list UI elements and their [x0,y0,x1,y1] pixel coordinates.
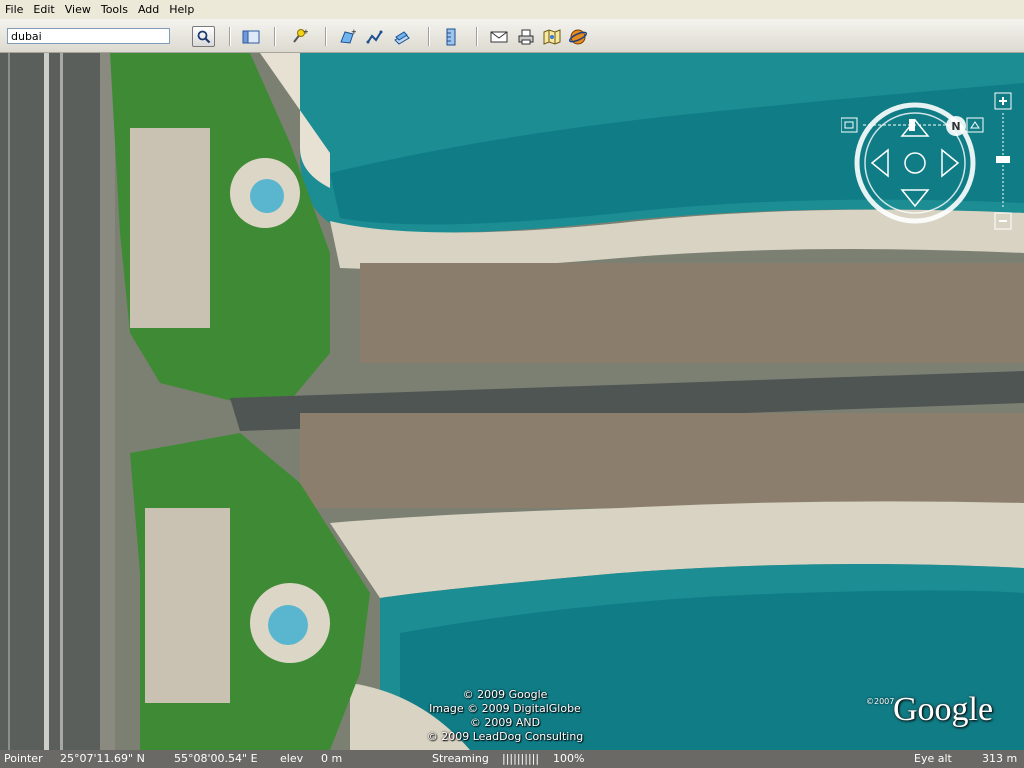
menu-bar: File Edit View Tools Add Help [0,0,1024,19]
attribution-line: © 2009 LeadDog Consulting [426,730,584,743]
imagery-attribution: © 2009 Google Image © 2009 DigitalGlobe … [410,688,600,744]
toolbar-separator [325,27,326,46]
map-view[interactable]: N © 2009 Google Image © 2009 DigitalGlob… [0,53,1024,750]
streaming-bar: |||||||||| [502,752,540,765]
logo-year: ©2007 [866,697,895,706]
elevation-label: elev [280,752,304,765]
eye-alt-value: 313 m [982,752,1018,765]
menu-edit[interactable]: Edit [30,0,61,19]
elevation-value: 0 m [321,752,343,765]
pointer-label: Pointer [4,752,43,765]
image-overlay-icon[interactable] [393,28,411,46]
compass-north-label: N [951,120,960,133]
search-button[interactable] [192,26,215,47]
pointer-longitude: 55°08'00.54" E [174,752,258,765]
attribution-line: © 2009 Google [462,688,548,701]
menu-add[interactable]: Add [135,0,166,19]
toolbar-separator [428,27,429,46]
toolbar-separator [476,27,477,46]
path-icon[interactable] [366,28,384,46]
placemark-icon[interactable]: + [290,28,308,46]
toolbar-separator [274,27,275,46]
toolbar: + + [0,19,1024,53]
menu-help[interactable]: Help [166,0,201,19]
sky-icon[interactable] [569,28,587,46]
search-input[interactable] [7,28,170,44]
attribution-line: Image © 2009 DigitalGlobe [429,702,581,715]
zoom-slider[interactable] [993,91,1013,231]
ruler-icon[interactable] [442,28,460,46]
svg-text:+: + [351,28,356,36]
google-logo: Google [893,691,994,728]
search-icon [197,30,210,43]
email-icon[interactable] [490,28,508,46]
menu-file[interactable]: File [2,0,30,19]
maps-icon[interactable] [543,28,561,46]
print-icon[interactable] [517,28,535,46]
streaming-percent: 100% [553,752,585,765]
streaming-label: Streaming [432,752,489,765]
eye-alt-label: Eye alt [914,752,952,765]
menu-view[interactable]: View [62,0,98,19]
sidebar-icon[interactable] [242,28,260,46]
polygon-icon[interactable]: + [338,28,356,46]
status-bar: Pointer 25°07'11.69" N 55°08'00.54" E el… [0,750,1024,768]
pointer-latitude: 25°07'11.69" N [60,752,145,765]
svg-text:+: + [303,28,308,36]
menu-tools[interactable]: Tools [98,0,135,19]
navigation-compass[interactable]: N [852,100,978,226]
attribution-line: © 2009 AND [469,716,541,729]
toolbar-separator [229,27,230,46]
